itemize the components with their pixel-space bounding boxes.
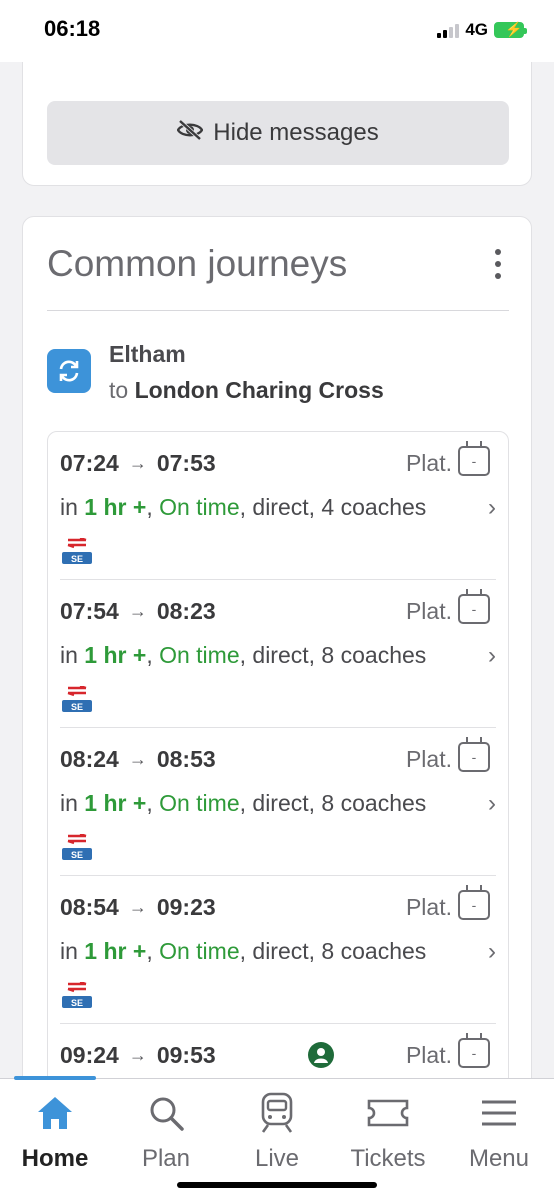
- platform-label: Plat.: [405, 1042, 452, 1068]
- depart-time: 07:24: [60, 450, 119, 476]
- southeastern-logo-icon: SE: [62, 538, 92, 564]
- more-options-icon[interactable]: [495, 249, 501, 279]
- status-time: 06:18: [44, 16, 101, 41]
- arrive-time: 07:53: [156, 450, 216, 476]
- home-icon: [5, 1091, 105, 1135]
- train-row[interactable]: 09:24 → 09:53 Plat. -: [60, 1024, 496, 1078]
- tab-live-label: Live: [254, 1145, 300, 1172]
- platform-value: -: [458, 1033, 490, 1068]
- platform-value: -: [458, 737, 490, 772]
- route-origin[interactable]: Eltham: [109, 341, 186, 368]
- status-text: On time: [159, 642, 240, 668]
- chevron-right-icon: ›: [488, 938, 496, 965]
- tab-home[interactable]: Home: [5, 1091, 105, 1173]
- tab-plan[interactable]: Plan: [116, 1091, 216, 1173]
- train-list: 07:24 → 07:53 Plat. - in 1 hr +, On time, …: [47, 431, 509, 1078]
- train-icon: [227, 1091, 327, 1135]
- route-to-prefix: to: [109, 377, 129, 403]
- battery-charging-icon: ⚡: [494, 21, 527, 38]
- swap-route-icon[interactable]: [47, 349, 91, 393]
- search-icon: [116, 1091, 216, 1135]
- tab-home-label: Home: [21, 1145, 89, 1172]
- train-row[interactable]: 07:24 → 07:53 Plat. - in 1 hr +, On time, …: [60, 432, 496, 580]
- time-until: 1 hr +: [84, 790, 147, 816]
- tab-menu[interactable]: Menu: [449, 1091, 549, 1173]
- train-row[interactable]: 08:54 → 09:23 Plat. - in 1 hr +, On time, …: [60, 876, 496, 1024]
- train-details: in 1 hr +, On time, direct, 8 coaches: [60, 790, 427, 816]
- platform-label: Plat.: [405, 450, 452, 476]
- train-row[interactable]: 07:54 → 08:23 Plat. - in 1 hr +, On time, …: [60, 580, 496, 728]
- svg-text:SE: SE: [71, 850, 83, 860]
- depart-time: 08:54: [60, 894, 119, 920]
- network-label: 4G: [465, 20, 488, 39]
- eye-off-icon: [176, 119, 204, 148]
- arrow-icon: →: [128, 1045, 147, 1065]
- ticket-icon: [338, 1091, 438, 1135]
- common-journeys-card: Common journeys Eltham to London Charing…: [22, 216, 532, 1078]
- time-until: 1 hr +: [84, 642, 147, 668]
- train-row[interactable]: 08:24 → 08:53 Plat. - in 1 hr +, On time, …: [60, 728, 496, 876]
- svg-text:SE: SE: [71, 702, 83, 712]
- time-until: 1 hr +: [84, 494, 147, 520]
- chevron-right-icon: ›: [488, 642, 496, 669]
- platform-value: -: [458, 589, 490, 624]
- status-text: On time: [159, 494, 240, 520]
- arrive-time: 09:23: [156, 894, 216, 920]
- status-text: On time: [159, 790, 240, 816]
- chevron-right-icon: ›: [488, 494, 496, 521]
- depart-time: 09:24: [60, 1042, 119, 1068]
- tab-menu-label: Menu: [468, 1145, 530, 1172]
- status-bar: 06:18 4G ⚡: [0, 0, 554, 62]
- active-tab-indicator: [14, 1076, 96, 1080]
- svg-text:SE: SE: [71, 554, 83, 564]
- arrow-icon: →: [128, 749, 147, 769]
- platform-label: Plat.: [405, 598, 452, 624]
- svg-text:SE: SE: [71, 998, 83, 1008]
- train-details: in 1 hr +, On time, direct, 4 coaches: [60, 494, 427, 520]
- tab-tickets[interactable]: Tickets: [338, 1091, 438, 1173]
- arrive-time: 08:23: [156, 598, 216, 624]
- arrow-icon: →: [128, 601, 147, 621]
- arrive-time: 09:53: [156, 1042, 216, 1068]
- arrow-icon: →: [128, 453, 147, 473]
- southeastern-logo-icon: SE: [62, 834, 92, 860]
- southeastern-logo-icon: SE: [62, 686, 92, 712]
- hide-messages-label: Hide messages: [213, 119, 379, 146]
- platform-label: Plat.: [405, 746, 452, 772]
- menu-icon: [449, 1091, 549, 1135]
- tab-tickets-label: Tickets: [350, 1145, 426, 1172]
- platform-value: -: [458, 885, 490, 920]
- route-destination-name: London Charing Cross: [134, 377, 384, 403]
- train-details: in 1 hr +, On time, direct, 8 coaches: [60, 642, 427, 668]
- depart-time: 08:24: [60, 746, 119, 772]
- arrive-time: 08:53: [156, 746, 216, 772]
- southeastern-logo-icon: SE: [62, 982, 92, 1008]
- chevron-right-icon: ›: [488, 790, 496, 817]
- tab-plan-label: Plan: [141, 1145, 191, 1172]
- platform-value: -: [458, 441, 490, 476]
- signal-icon: [437, 22, 460, 38]
- time-until: 1 hr +: [84, 938, 147, 964]
- main-scroll[interactable]: Hide messages Common journeys Eltham to …: [0, 0, 554, 1078]
- divider: [47, 310, 509, 311]
- arrow-icon: →: [128, 897, 147, 917]
- platform-label: Plat.: [405, 894, 452, 920]
- hide-messages-button[interactable]: Hide messages: [47, 101, 509, 165]
- tab-live[interactable]: Live: [227, 1091, 327, 1173]
- status-text: On time: [159, 938, 240, 964]
- train-details: in 1 hr +, On time, direct, 8 coaches: [60, 938, 427, 964]
- common-journeys-title: Common journeys: [47, 243, 348, 284]
- depart-time: 07:54: [60, 598, 119, 624]
- person-icon: [308, 1042, 334, 1068]
- route-destination[interactable]: to London Charing Cross: [109, 377, 384, 404]
- home-indicator: [177, 1182, 377, 1188]
